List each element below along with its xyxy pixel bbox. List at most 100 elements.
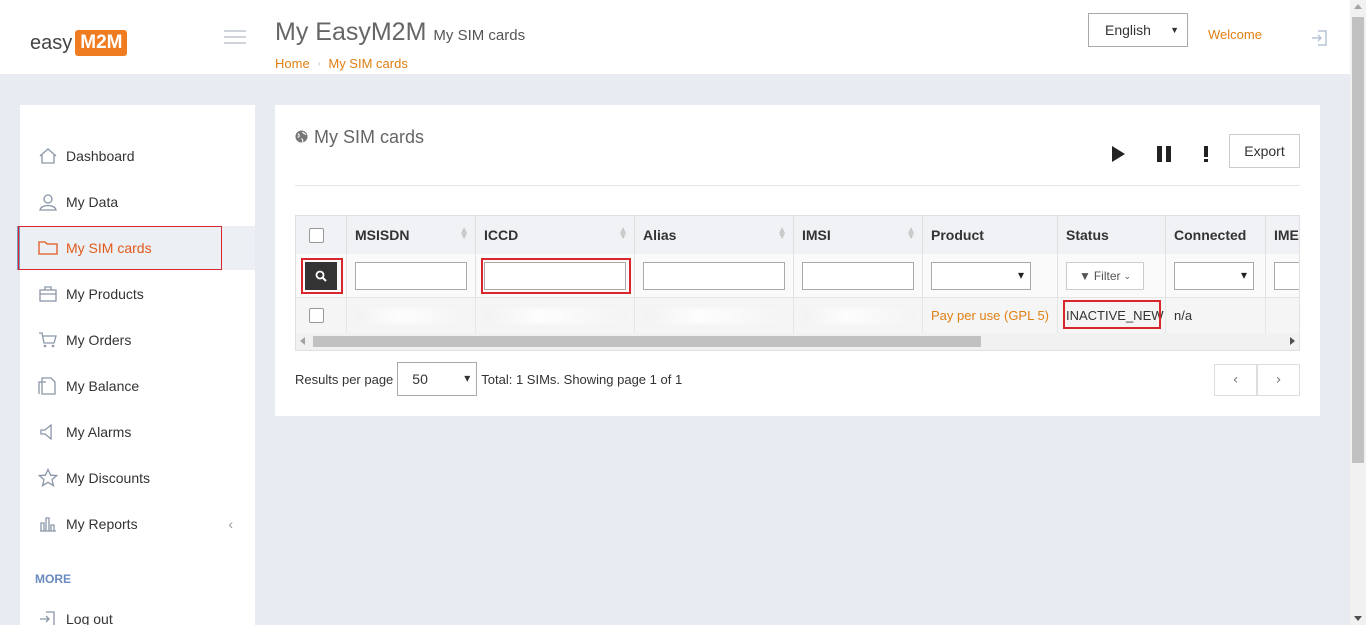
- imei-filter-input[interactable]: [1274, 262, 1299, 290]
- horizontal-scrollbar-thumb[interactable]: [313, 336, 981, 347]
- column-header-iccd[interactable]: ICCD ▲ ▼: [476, 216, 635, 254]
- sidebar-item-my-alarms[interactable]: My Alarms: [20, 410, 255, 454]
- msisdn-cell: [347, 298, 476, 333]
- exclamation-icon[interactable]: [1195, 143, 1217, 165]
- sidebar: Dashboard My Data My SIM cards My Produc…: [17, 105, 255, 625]
- star-icon: [38, 468, 58, 488]
- home-icon: [38, 146, 58, 166]
- globe-icon: [295, 127, 308, 148]
- sidebar-item-my-discounts[interactable]: My Discounts: [20, 456, 255, 500]
- chevron-down-icon: ⌄: [1123, 270, 1132, 281]
- sidebar-item-dashboard[interactable]: Dashboard: [20, 134, 255, 178]
- connected-cell: n/a: [1166, 298, 1266, 333]
- vertical-scrollbar[interactable]: [1350, 0, 1366, 625]
- select-all-header: [296, 216, 347, 254]
- results-per-page-select[interactable]: 50: [397, 362, 478, 396]
- scroll-right-arrow-icon[interactable]: [1290, 337, 1295, 345]
- column-header-connected[interactable]: Connected: [1166, 216, 1266, 254]
- briefcase-icon: [38, 284, 58, 304]
- scroll-up-arrow-icon[interactable]: [1354, 4, 1362, 9]
- language-select[interactable]: English ▼: [1088, 13, 1188, 47]
- table-row: Pay per use (GPL 5) INACTIVE_NEW n/a: [296, 298, 1299, 333]
- logo-text-m2m: M2M: [75, 30, 128, 56]
- alias-cell: [635, 298, 794, 333]
- connected-filter-select[interactable]: [1174, 262, 1254, 290]
- row-select-cell: [296, 298, 347, 333]
- language-value: English: [1105, 22, 1151, 38]
- iccd-filter-input[interactable]: [484, 262, 626, 290]
- sidebar-item-my-sim-cards[interactable]: My SIM cards: [17, 226, 255, 270]
- folder-icon: [38, 238, 58, 258]
- easym2m-logo[interactable]: easy M2M: [30, 29, 128, 57]
- search-button[interactable]: [305, 262, 337, 290]
- document-icon: [38, 376, 58, 396]
- product-filter-select[interactable]: [931, 262, 1031, 290]
- user-icon: [38, 192, 58, 212]
- column-label: Product: [931, 227, 984, 243]
- column-header-imsi[interactable]: IMSI ▲ ▼: [794, 216, 923, 254]
- column-header-msisdn[interactable]: MSISDN ▲ ▼: [347, 216, 476, 254]
- msisdn-filter-input[interactable]: [355, 262, 467, 290]
- filter-alias-cell: [635, 254, 794, 298]
- imsi-filter-input[interactable]: [802, 262, 914, 290]
- status-filter-button[interactable]: ▼ Filter ⌄: [1066, 262, 1144, 290]
- filter-connected-cell: [1166, 254, 1266, 298]
- column-header-status[interactable]: Status: [1058, 216, 1166, 254]
- sidebar-item-label: My Discounts: [66, 470, 151, 486]
- sort-icon: ▲ ▼: [459, 225, 469, 242]
- product-cell[interactable]: Pay per use (GPL 5): [923, 298, 1058, 333]
- sidebar-item-label: Dashboard: [66, 148, 135, 164]
- pause-icon[interactable]: [1153, 143, 1175, 165]
- speaker-icon: [38, 422, 58, 442]
- sidebar-item-my-balance[interactable]: My Balance: [20, 364, 255, 408]
- breadcrumb-current-link[interactable]: My SIM cards: [328, 56, 407, 71]
- results-per-page-label: Results per page: [295, 371, 394, 387]
- sidebar-item-my-data[interactable]: My Data: [20, 180, 255, 224]
- redacted-value: [355, 307, 465, 324]
- dropdown-caret-icon: ▼: [1170, 25, 1179, 35]
- sidebar-item-log-out[interactable]: Log out: [20, 597, 255, 625]
- export-button[interactable]: Export: [1229, 134, 1300, 168]
- welcome-link[interactable]: Welcome: [1208, 27, 1262, 42]
- sort-icon: ▲ ▼: [618, 225, 628, 242]
- horizontal-scrollbar[interactable]: [296, 333, 1299, 350]
- pager-next-button[interactable]: ›: [1257, 364, 1300, 396]
- table-header: MSISDN ▲ ▼ ICCD ▲ ▼ Alias ▲ ▼ IMSI ▲ ▼ Product S…: [296, 216, 1299, 254]
- sidebar-item-label: My Balance: [66, 378, 140, 394]
- filter-imsi-cell: [794, 254, 923, 298]
- logout-icon[interactable]: [1310, 28, 1330, 48]
- sidebar-item-label: My Orders: [66, 332, 132, 348]
- logout-icon: [38, 609, 58, 625]
- filter-row: ▼Filter⌄: [296, 254, 1299, 298]
- results-bar: Results per page 50 Total: 1 SIMs. Showi…: [295, 362, 682, 396]
- sidebar-item-label: My SIM cards: [66, 240, 152, 256]
- column-header-product[interactable]: Product: [923, 216, 1058, 254]
- alias-filter-input[interactable]: [643, 262, 785, 290]
- scrollbar-thumb[interactable]: [1352, 17, 1364, 463]
- select-all-checkbox[interactable]: [309, 227, 324, 243]
- iccd-cell: [476, 298, 635, 333]
- chevron-left-icon[interactable]: ‹: [228, 516, 233, 532]
- column-header-alias[interactable]: Alias ▲ ▼: [635, 216, 794, 254]
- column-header-imei[interactable]: IME: [1266, 216, 1299, 254]
- sidebar-item-my-reports[interactable]: My Reports ‹: [20, 502, 255, 546]
- page-heading: My EasyM2M My SIM cards: [275, 18, 525, 47]
- filter-icon: ▼: [1078, 269, 1091, 283]
- play-icon[interactable]: [1107, 143, 1129, 165]
- row-checkbox[interactable]: [309, 308, 324, 323]
- column-label: Connected: [1174, 227, 1247, 243]
- breadcrumb-separator-icon: ›: [317, 59, 321, 68]
- breadcrumb-home-link[interactable]: Home: [275, 56, 310, 71]
- sidebar-item-my-products[interactable]: My Products: [20, 272, 255, 316]
- sim-cards-table: MSISDN ▲ ▼ ICCD ▲ ▼ Alias ▲ ▼ IMSI ▲ ▼ Product S…: [295, 215, 1300, 351]
- hamburger-menu-icon[interactable]: [224, 30, 246, 44]
- pager-prev-button[interactable]: ‹: [1214, 364, 1257, 396]
- sidebar-item-label: My Products: [66, 286, 144, 302]
- scroll-left-arrow-icon[interactable]: [300, 337, 305, 345]
- sidebar-item-my-orders[interactable]: My Orders: [20, 318, 255, 362]
- column-label: Status: [1066, 227, 1109, 243]
- redacted-value: [802, 307, 912, 324]
- scroll-down-arrow-icon[interactable]: [1354, 616, 1362, 621]
- imsi-cell: [794, 298, 923, 333]
- logo-text-easy: easy: [30, 31, 73, 54]
